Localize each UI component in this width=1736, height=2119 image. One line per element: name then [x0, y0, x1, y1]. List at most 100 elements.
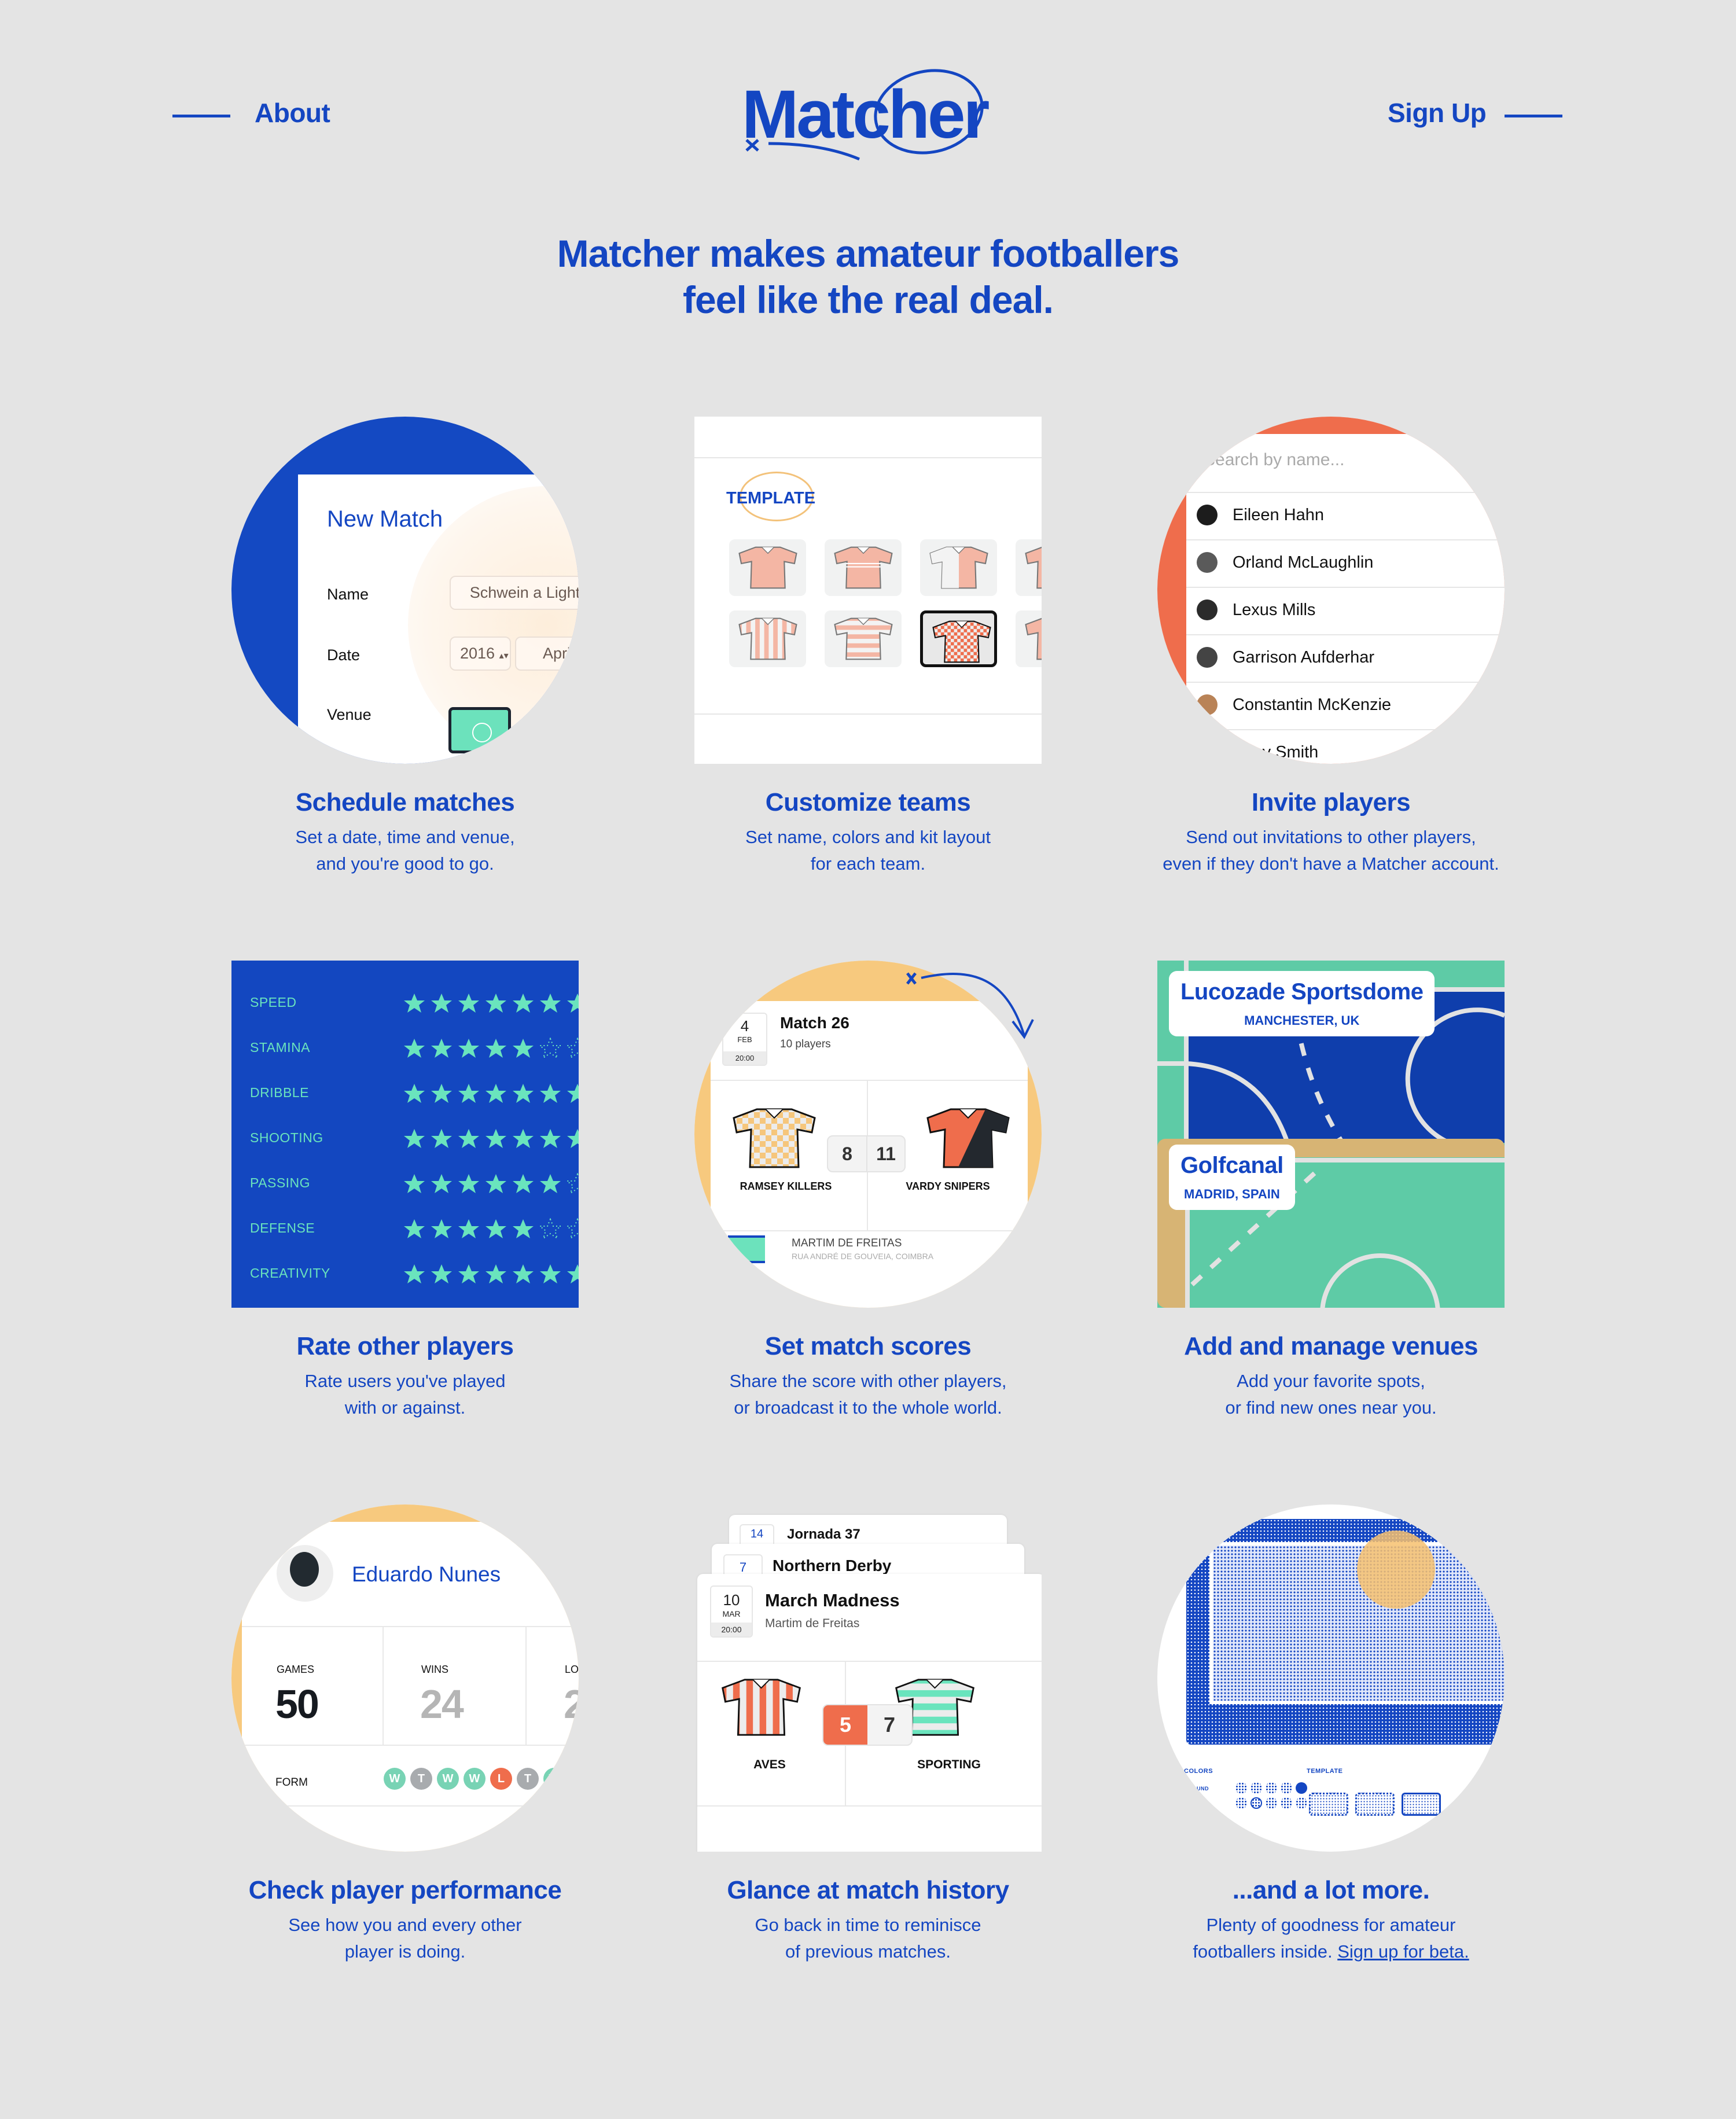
template-option[interactable] — [1355, 1793, 1395, 1816]
color-swatch[interactable] — [1235, 1797, 1247, 1809]
player-search-input[interactable]: Search by name... — [1204, 450, 1344, 470]
star-filled-icon[interactable] — [485, 1263, 507, 1285]
star-filled-icon[interactable] — [485, 992, 507, 1014]
form-result-badge: W — [437, 1768, 459, 1790]
star-filled-icon[interactable] — [403, 1128, 425, 1150]
star-rating[interactable] — [403, 1172, 579, 1195]
star-rating[interactable] — [403, 1263, 579, 1285]
kit-option-sleeve[interactable] — [1016, 539, 1042, 596]
star-filled-icon[interactable] — [567, 1128, 579, 1150]
star-filled-icon[interactable] — [512, 992, 534, 1014]
venue-card-1[interactable]: Lucozade Sportsdome MANCHESTER, UK — [1169, 971, 1435, 1036]
star-filled-icon[interactable] — [403, 1173, 425, 1195]
star-rating[interactable] — [403, 992, 579, 1014]
color-swatch[interactable] — [1281, 1782, 1292, 1794]
kit-option-sleeve[interactable] — [1016, 610, 1042, 667]
hero-line-1: Matcher makes amateur footballers — [557, 232, 1180, 275]
star-filled-icon[interactable] — [539, 992, 561, 1014]
star-filled-icon[interactable] — [403, 1218, 425, 1240]
star-filled-icon[interactable] — [458, 1173, 480, 1195]
signup-link[interactable]: Sign Up — [1388, 97, 1487, 128]
star-filled-icon[interactable] — [539, 1173, 561, 1195]
star-filled-icon[interactable] — [567, 1083, 579, 1105]
venue-card-2[interactable]: Golfcanal MADRID, SPAIN — [1169, 1145, 1295, 1210]
color-swatch[interactable] — [1250, 1782, 1262, 1794]
star-empty-icon[interactable] — [565, 1172, 579, 1195]
star-filled-icon[interactable] — [431, 1173, 453, 1195]
star-filled-icon[interactable] — [431, 1083, 453, 1105]
color-swatch[interactable] — [1281, 1797, 1292, 1809]
star-filled-icon[interactable] — [458, 1218, 480, 1240]
star-empty-icon[interactable] — [538, 1217, 562, 1240]
star-filled-icon[interactable] — [512, 1173, 534, 1195]
month-select[interactable]: April — [515, 637, 579, 671]
kit-option-half[interactable] — [920, 539, 997, 596]
player-list-item[interactable]: …ley Smith — [1186, 729, 1505, 764]
star-filled-icon[interactable] — [403, 1263, 425, 1285]
color-swatch[interactable] — [1296, 1797, 1307, 1809]
current-match-card[interactable]: 10 MAR 20:00 March Madness Martim de Fre… — [697, 1574, 1042, 1852]
star-filled-icon[interactable] — [485, 1083, 507, 1105]
star-filled-icon[interactable] — [485, 1173, 507, 1195]
star-filled-icon[interactable] — [458, 1128, 480, 1150]
star-filled-icon[interactable] — [567, 1263, 579, 1285]
about-link[interactable]: About — [255, 97, 330, 128]
score-display[interactable]: 8 11 — [827, 1135, 906, 1172]
star-filled-icon[interactable] — [403, 992, 425, 1014]
star-filled-icon[interactable] — [403, 1038, 425, 1060]
star-filled-icon[interactable] — [485, 1128, 507, 1150]
star-empty-icon[interactable] — [565, 1217, 579, 1240]
star-filled-icon[interactable] — [431, 1263, 453, 1285]
star-empty-icon[interactable] — [565, 1037, 579, 1060]
score-display[interactable]: 5 7 — [822, 1704, 913, 1746]
player-list-item[interactable]: Orland McLaughlin — [1186, 539, 1505, 587]
color-swatch[interactable] — [1250, 1797, 1262, 1809]
star-filled-icon[interactable] — [431, 992, 453, 1014]
player-list-item[interactable]: Constantin McKenzie — [1186, 682, 1505, 729]
star-filled-icon[interactable] — [458, 1038, 480, 1060]
star-filled-icon[interactable] — [512, 1038, 534, 1060]
star-filled-icon[interactable] — [431, 1218, 453, 1240]
player-list-item[interactable]: Eileen Hahn — [1186, 492, 1505, 539]
star-filled-icon[interactable] — [539, 1083, 561, 1105]
player-list-item[interactable]: Garrison Aufderhar — [1186, 634, 1505, 682]
star-filled-icon[interactable] — [512, 1128, 534, 1150]
year-select[interactable]: 2016 ▴▾ — [450, 637, 511, 671]
star-filled-icon[interactable] — [485, 1218, 507, 1240]
color-swatch[interactable] — [1266, 1782, 1277, 1794]
star-filled-icon[interactable] — [539, 1263, 561, 1285]
star-rating[interactable] — [403, 1083, 579, 1105]
signup-beta-link[interactable]: Sign up for beta. — [1337, 1941, 1469, 1962]
kit-option-vertical-stripes[interactable] — [729, 610, 806, 667]
color-swatch[interactable] — [1296, 1782, 1307, 1794]
star-filled-icon[interactable] — [539, 1128, 561, 1150]
star-filled-icon[interactable] — [458, 1083, 480, 1105]
star-filled-icon[interactable] — [458, 992, 480, 1014]
star-rating[interactable] — [403, 1128, 579, 1150]
star-filled-icon[interactable] — [403, 1083, 425, 1105]
star-filled-icon[interactable] — [458, 1263, 480, 1285]
star-filled-icon[interactable] — [431, 1038, 453, 1060]
player-list-item[interactable]: Lexus Mills — [1186, 587, 1505, 634]
star-rating[interactable] — [403, 1037, 579, 1060]
kit-option-hoop-stripes[interactable] — [825, 539, 902, 596]
kit-icon — [738, 546, 797, 589]
template-option[interactable] — [1309, 1793, 1348, 1816]
venue-pitch-thumbnail[interactable] — [448, 707, 511, 753]
match-name-input[interactable]: Schwein a Light — [450, 576, 579, 610]
star-empty-icon[interactable] — [538, 1037, 562, 1060]
kit-option-checkered[interactable] — [920, 610, 997, 667]
star-filled-icon[interactable] — [512, 1218, 534, 1240]
color-swatch[interactable] — [1235, 1782, 1247, 1794]
star-filled-icon[interactable] — [567, 992, 579, 1014]
kit-option-horizontal-stripes[interactable] — [825, 610, 902, 667]
star-filled-icon[interactable] — [512, 1083, 534, 1105]
color-swatch[interactable] — [1266, 1797, 1277, 1809]
star-filled-icon[interactable] — [485, 1038, 507, 1060]
star-filled-icon[interactable] — [512, 1263, 534, 1285]
star-rating[interactable] — [403, 1217, 579, 1240]
template-option[interactable] — [1402, 1793, 1441, 1816]
matcher-logo[interactable]: Matcher — [735, 58, 1007, 168]
star-filled-icon[interactable] — [431, 1128, 453, 1150]
kit-option-plain[interactable] — [729, 539, 806, 596]
